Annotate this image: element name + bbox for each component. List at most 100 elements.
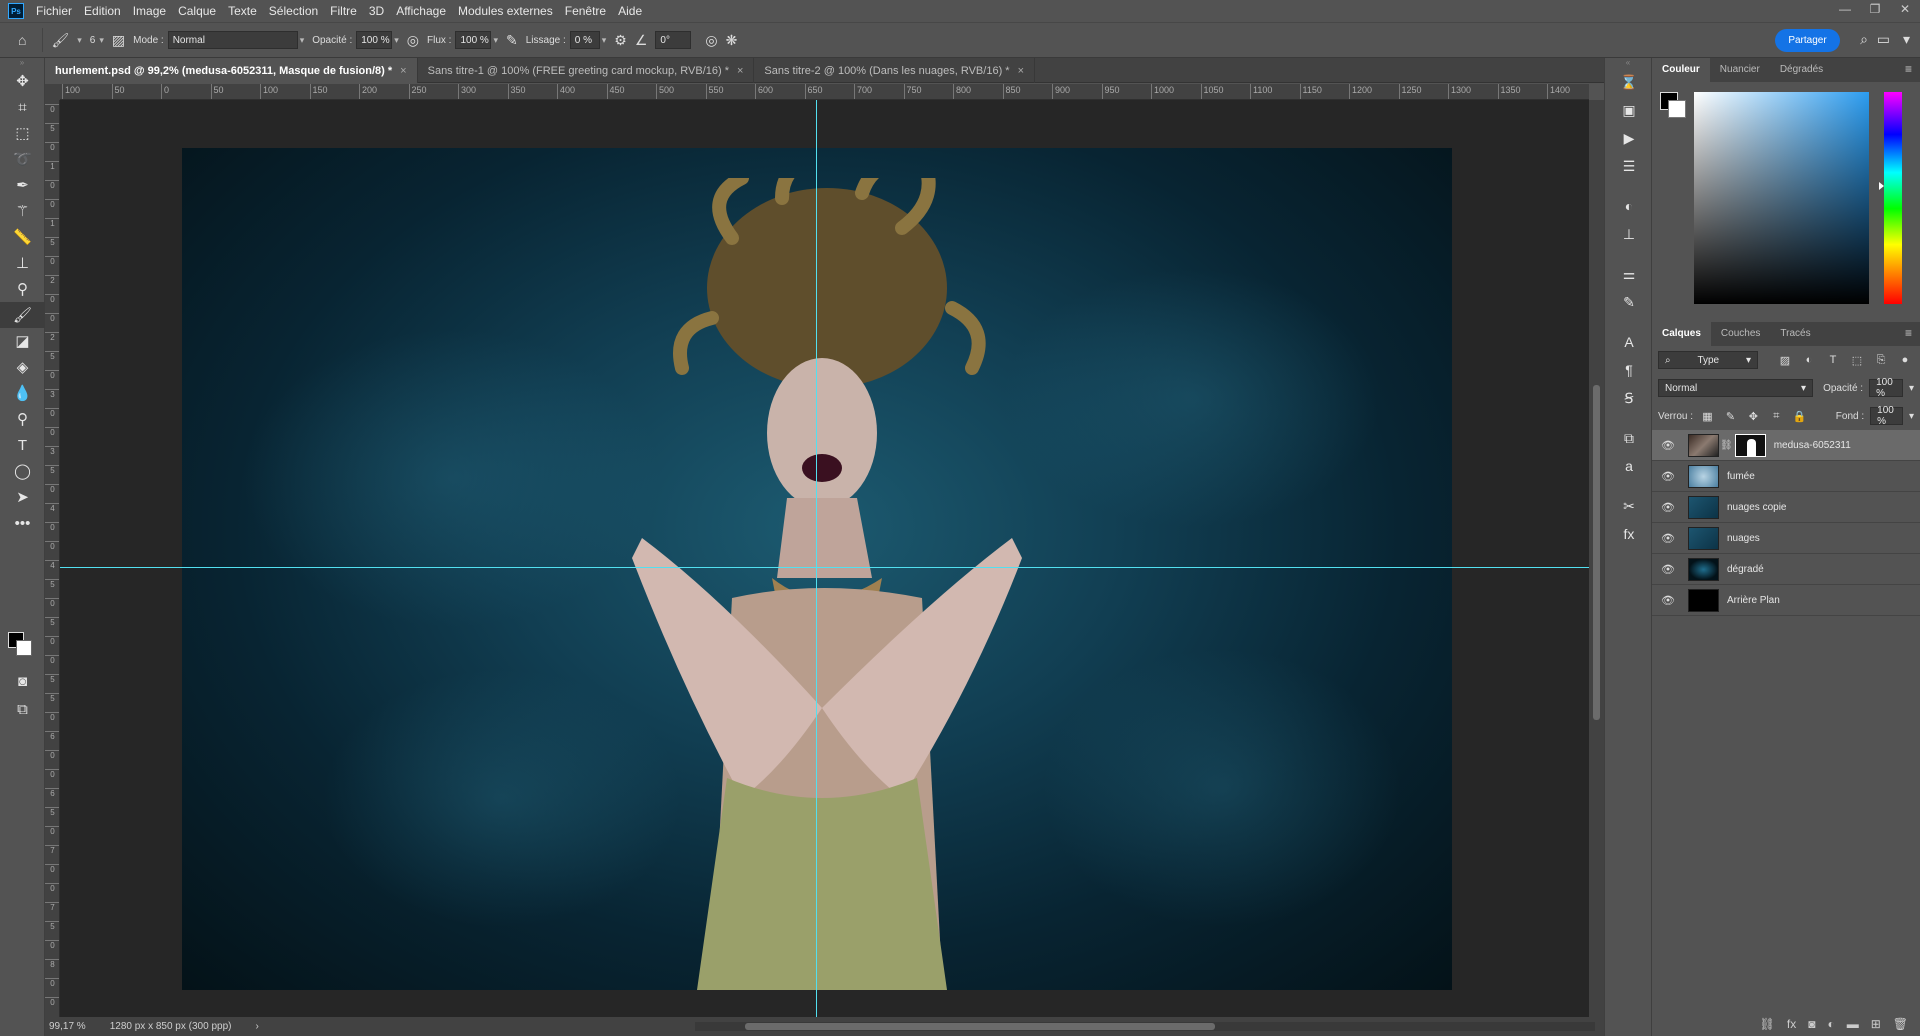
smart-object-filter-icon[interactable]: ⎘ [1872,354,1890,367]
close-button[interactable]: ✕ [1890,0,1920,22]
adjustment-layer-icon[interactable]: ◐ [1827,1017,1834,1031]
brush-tool-icon[interactable]: 🖌 [51,32,69,49]
blend-mode-select[interactable]: Normal ▾ [1658,379,1814,397]
type-filter-icon[interactable]: T [1824,354,1842,366]
pressure-opacity-icon[interactable]: ◎ [407,32,419,49]
dodge-tool-icon[interactable]: ⚲ [0,406,45,432]
zoom-level[interactable]: 99,17 % [49,1021,86,1032]
tab-hurlement[interactable]: hurlement.psd @ 99,2% (medusa-6052311, M… [45,58,418,83]
chevron-down-icon[interactable]: ▾ [1909,411,1914,422]
layer-style-icon[interactable]: fx [1787,1017,1796,1031]
layer-row[interactable]: 👁 ⛓ medusa-6052311 [1652,430,1920,461]
adjustments-icon[interactable]: ◐ [1605,192,1653,220]
tab-sans-titre-2[interactable]: Sans titre-2 @ 100% (Dans les nuages, RV… [754,58,1036,83]
canvas-area[interactable] [60,100,1589,1017]
menu-calque[interactable]: Calque [172,0,222,22]
menu-modules-externes[interactable]: Modules externes [452,0,559,22]
menu-filtre[interactable]: Filtre [324,0,363,22]
search-icon[interactable]: ⌕ [1860,31,1868,48]
lock-pixels-icon[interactable]: ✎ [1722,410,1739,423]
horizontal-scrollbar[interactable] [695,1022,1595,1031]
angle-input[interactable]: 0° [655,31,692,49]
layer-row[interactable]: 👁 dégradé [1652,554,1920,585]
menu-affichage[interactable]: Affichage [390,0,452,22]
panel-menu-icon[interactable]: ≡ [1905,326,1912,340]
airbrush-icon[interactable]: ✎ [506,32,518,49]
lasso-tool-icon[interactable]: ➰ [0,146,45,172]
properties-icon[interactable]: ☰ [1605,152,1653,180]
menu-image[interactable]: Image [127,0,172,22]
trash-icon[interactable]: 🗑 [1893,1017,1908,1031]
menu-aide[interactable]: Aide [612,0,648,22]
hue-marker[interactable] [1879,182,1884,190]
layer-row[interactable]: 👁 fumée [1652,461,1920,492]
document-canvas[interactable] [182,148,1452,990]
panel-grip[interactable]: » [0,58,44,68]
close-icon[interactable]: × [737,65,743,77]
brush-settings-icon[interactable]: ✎ [1605,288,1653,316]
play-actions-icon[interactable]: ▶ [1605,124,1653,152]
lock-artboard-icon[interactable]: ⌗ [1768,410,1785,423]
menu-selection[interactable]: Sélection [263,0,324,22]
eye-icon[interactable]: 👁 [1658,563,1678,576]
move-tool-icon[interactable]: ✥ [0,68,45,94]
share-button[interactable]: Partager [1775,29,1840,52]
tab-degrades[interactable]: Dégradés [1770,58,1833,82]
chevron-down-icon[interactable]: ▾ [394,35,399,46]
scrollbar-thumb[interactable] [745,1023,1215,1030]
history-icon[interactable]: ⌛ [1605,68,1653,96]
layer-filter-select[interactable]: ⌕ Type ▾ [1658,351,1758,369]
styles-fx-icon[interactable]: fx [1605,520,1653,548]
chevron-down-icon[interactable]: ▾ [1909,383,1914,394]
stamp-source-icon[interactable]: ⊥ [1605,220,1653,248]
paths-icon[interactable]: ⧉ [1605,424,1653,452]
paint-bucket-icon[interactable]: ◈ [0,354,45,380]
character-styles-icon[interactable]: a [1605,452,1653,480]
tab-couleur[interactable]: Couleur [1652,58,1710,82]
home-icon[interactable]: ⌂ [18,32,26,48]
eye-icon[interactable]: 👁 [1658,470,1678,483]
adjustment-filter-icon[interactable]: ◐ [1800,354,1818,366]
horizontal-ruler[interactable]: 100 50 0 50 100 150 200 250 300 350 400 450 500 550 60… [60,84,1589,100]
layer-opacity-input[interactable]: 100 % [1869,377,1903,399]
stamp-tool-icon[interactable]: ⊥ [0,250,45,276]
panel-grip[interactable]: « [1605,58,1651,68]
chevron-down-icon[interactable]: ▾ [1903,31,1910,48]
menu-edition[interactable]: Edition [78,0,127,22]
link-layers-icon[interactable]: ⛓ [1760,1017,1775,1031]
link-icon[interactable]: ⛓ [1720,440,1733,451]
mode-select[interactable]: Normal [167,31,298,49]
quick-mask-icon[interactable]: ◙ [0,668,45,694]
sliders-icon[interactable]: ⚌ [1605,260,1653,288]
pen-tool-icon[interactable]: ✒ [0,172,45,198]
close-icon[interactable]: × [1018,65,1024,77]
eyedropper-tool-icon[interactable]: ⚲ [0,276,45,302]
symmetry-icon[interactable]: ❋ [726,32,738,49]
color-field[interactable] [1694,92,1869,304]
more-tools-icon[interactable]: ••• [0,510,45,536]
layer-row[interactable]: 👁 nuages [1652,523,1920,554]
character-icon[interactable]: A [1605,328,1653,356]
lock-position-icon[interactable]: ✥ [1745,410,1762,423]
scrollbar-thumb[interactable] [1593,385,1600,720]
blur-tool-icon[interactable]: 💧 [0,380,45,406]
paragraph-icon[interactable]: ¶ [1605,356,1653,384]
menu-fichier[interactable]: Fichier [30,0,78,22]
tab-couches[interactable]: Couches [1711,322,1770,346]
add-mask-icon[interactable]: ◙ [1808,1017,1815,1031]
eye-icon[interactable]: 👁 [1658,501,1678,514]
panel-menu-icon[interactable]: ≡ [1905,62,1912,76]
vertical-ruler[interactable]: 0 5 0 1 0 0 1 5 0 2 0 0 2 5 0 3 0 0 3 5 0 4 0 0 4 5 0 5 0 0 5 5 0 6 0 0 6 5 0 7… [45,100,60,1017]
chevron-down-icon[interactable]: ▾ [493,35,498,46]
shape-filter-icon[interactable]: ⬚ [1848,354,1866,367]
brush-tool-icon[interactable]: 🖌 [0,302,45,328]
lock-transparency-icon[interactable]: ▦ [1699,410,1716,423]
eraser-tool-icon[interactable]: ◪ [0,328,45,354]
status-arrow[interactable]: › [255,1021,258,1032]
menu-3d[interactable]: 3D [363,0,390,22]
eye-icon[interactable]: 👁 [1658,594,1678,607]
smoothing-input[interactable]: 0 % [569,31,600,49]
filter-toggle-icon[interactable]: ● [1896,354,1914,366]
tools-icon[interactable]: ✂ [1605,492,1653,520]
layer-row[interactable]: 👁 Arrière Plan [1652,585,1920,616]
